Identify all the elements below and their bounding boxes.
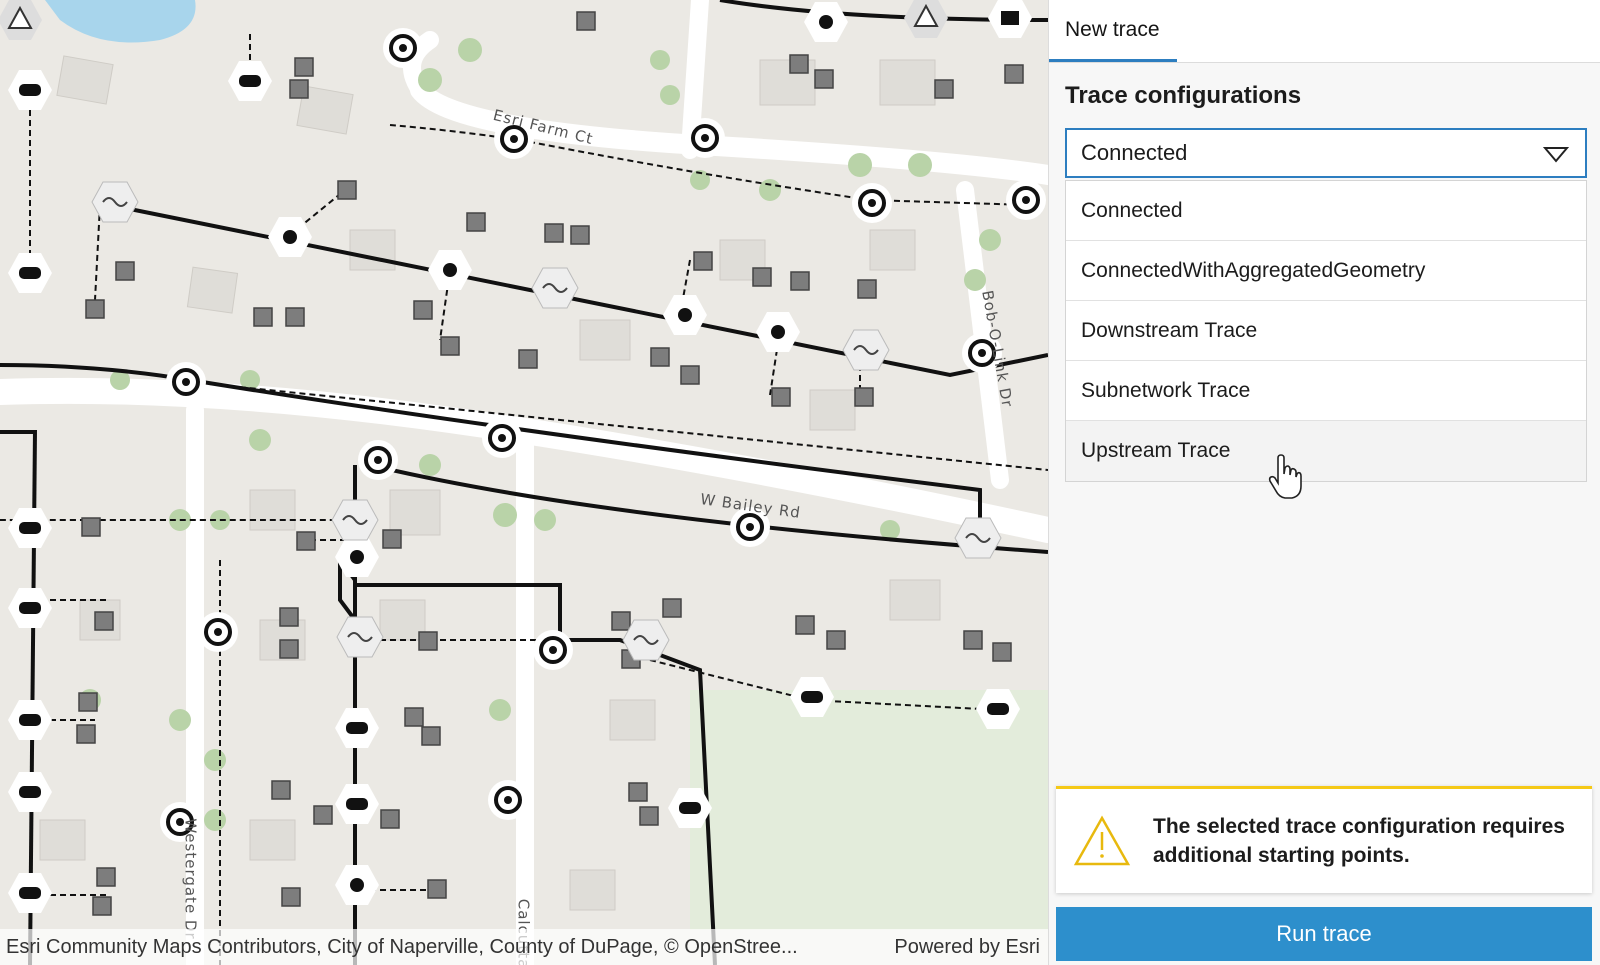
tab-bar: New trace: [1049, 0, 1600, 63]
wave-nodes[interactable]: [91, 181, 1002, 661]
hand-cursor-icon: [1268, 454, 1302, 499]
trace-config-options: Connected ConnectedWithAggregatedGeometr…: [1065, 180, 1587, 482]
map-view[interactable]: Esri Farm Ct W Bailey Rd Bob-O-Link Dr W…: [0, 0, 1048, 965]
selected-config-value: Connected: [1081, 140, 1188, 165]
option-downstream-trace[interactable]: Downstream Trace: [1066, 301, 1586, 361]
water-body: [45, 0, 196, 43]
warning-icon: [1073, 815, 1131, 866]
option-subnetwork-trace[interactable]: Subnetwork Trace: [1066, 361, 1586, 421]
map-canvas[interactable]: [0, 0, 1048, 965]
chevron-down-icon: [1543, 147, 1569, 163]
warning-notice: The selected trace configuration require…: [1056, 786, 1592, 893]
option-connected-aggregated[interactable]: ConnectedWithAggregatedGeometry: [1066, 241, 1586, 301]
map-attribution: Esri Community Maps Contributors, City o…: [0, 929, 1048, 965]
section-title: Trace configurations: [1065, 82, 1302, 109]
attribution-credits[interactable]: Esri Community Maps Contributors, City o…: [6, 936, 798, 959]
run-trace-button[interactable]: Run trace: [1056, 907, 1592, 961]
tab-new-trace[interactable]: New trace: [1049, 0, 1177, 62]
option-upstream-trace[interactable]: Upstream Trace: [1066, 421, 1586, 481]
street-label-westergate: Westergate Dr: [181, 818, 200, 940]
trace-config-select[interactable]: Connected: [1065, 128, 1587, 178]
warning-message: The selected trace configuration require…: [1153, 815, 1565, 867]
option-connected[interactable]: Connected: [1066, 181, 1586, 241]
powered-by-esri[interactable]: Powered by Esri: [894, 936, 1040, 959]
